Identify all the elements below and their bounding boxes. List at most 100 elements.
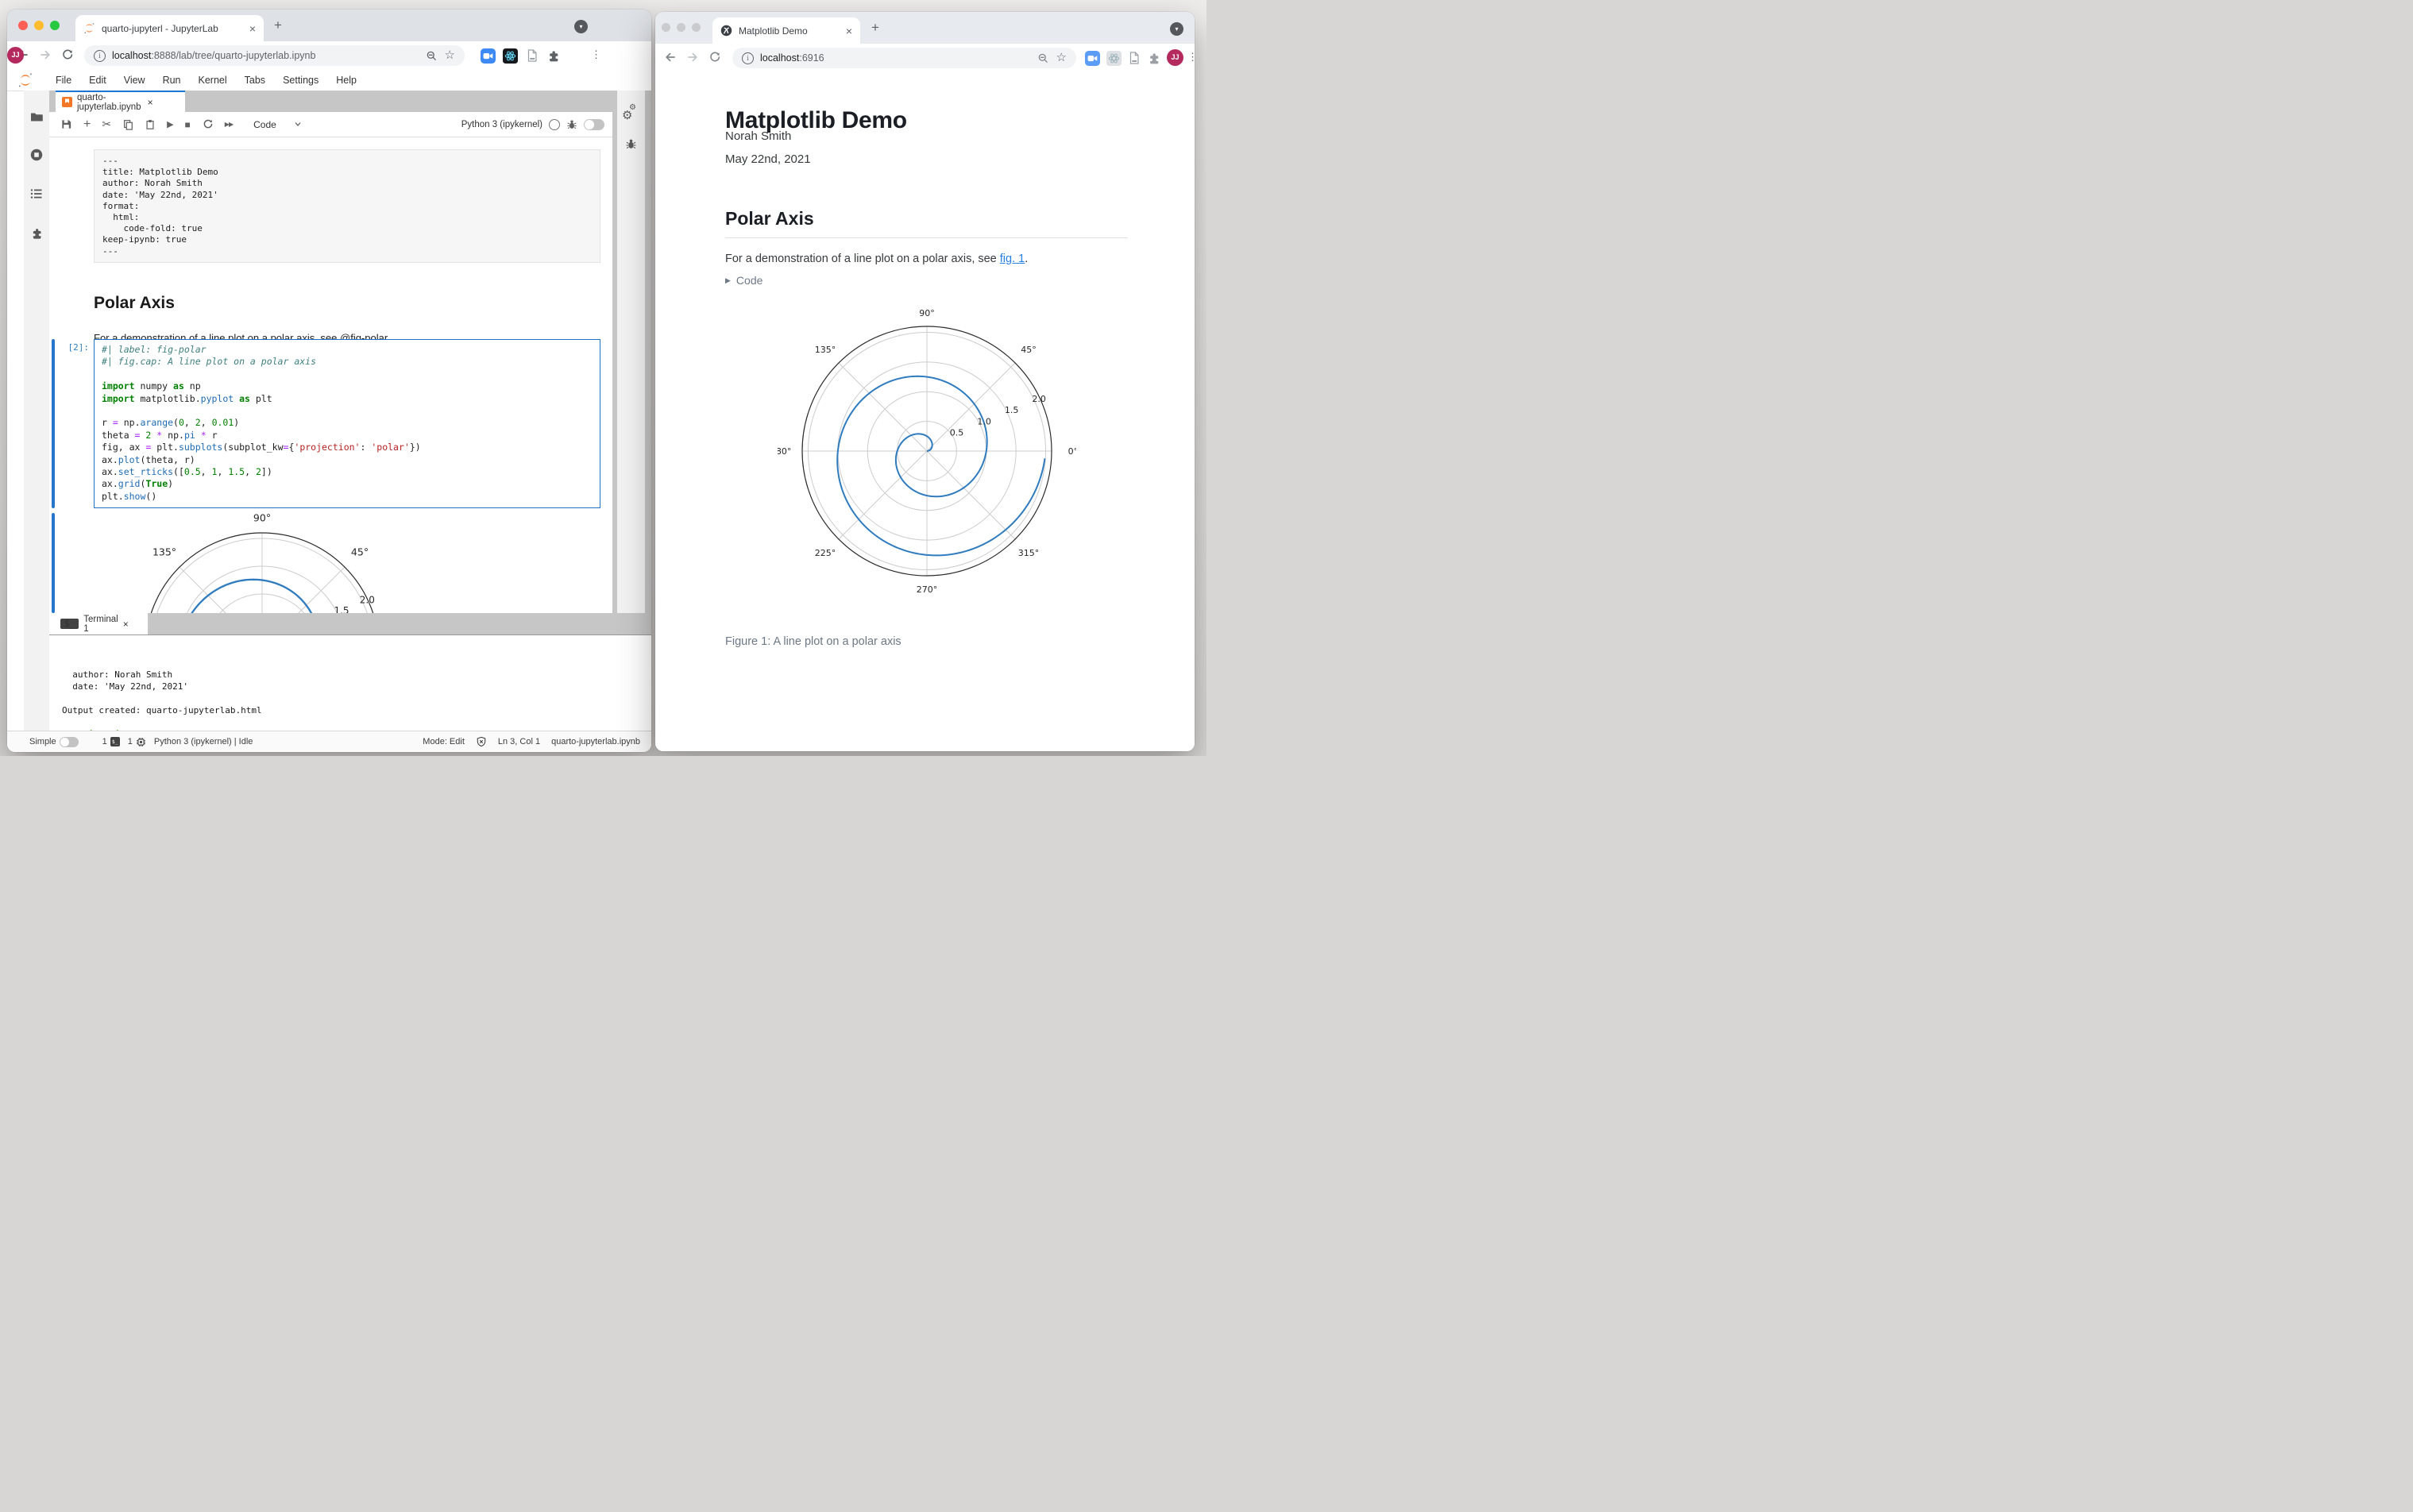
minimize-window-button[interactable]: [34, 21, 44, 30]
url-host: localhost: [760, 52, 800, 64]
close-tab-icon[interactable]: ×: [249, 22, 256, 35]
table-of-contents-icon[interactable]: [29, 187, 44, 201]
close-notebook-icon[interactable]: ×: [148, 97, 179, 108]
zoom-window-button[interactable]: [692, 23, 701, 32]
tab-search-button[interactable]: ▾: [574, 20, 588, 33]
kernel-count[interactable]: 1: [128, 737, 133, 746]
debugger-sidebar-bug-icon[interactable]: [625, 138, 637, 150]
menu-item[interactable]: Settings: [274, 75, 327, 86]
profile-avatar[interactable]: JJ: [1167, 49, 1183, 66]
menu-item[interactable]: Tabs: [236, 75, 274, 86]
cell-type-dropdown[interactable]: Code: [253, 119, 302, 130]
file-browser-icon[interactable]: [29, 110, 44, 124]
zoom-out-page-icon[interactable]: [426, 50, 438, 62]
minimize-window-button[interactable]: [677, 23, 685, 32]
menu-item[interactable]: Kernel: [190, 75, 236, 86]
forward-icon[interactable]: [686, 51, 699, 64]
menu-item[interactable]: Run: [154, 75, 190, 86]
notebook-tab-title: quarto-jupyterlab.ipynb: [77, 92, 141, 112]
zoom-extension-icon[interactable]: [481, 48, 496, 64]
activity-bar: [24, 91, 49, 731]
react-devtools-extension-icon[interactable]: [1106, 51, 1122, 66]
save-icon[interactable]: [60, 118, 72, 130]
menu-item[interactable]: Edit: [80, 75, 115, 86]
kernel-state[interactable]: Python 3 (ipykernel) | Idle: [154, 737, 253, 746]
terminal-count[interactable]: 1: [102, 737, 107, 746]
site-info-icon[interactable]: i: [742, 52, 754, 64]
close-window-button[interactable]: [662, 23, 670, 32]
extensions-puzzle-icon[interactable]: [546, 48, 561, 64]
bookmark-star-icon[interactable]: ☆: [1056, 52, 1067, 64]
new-tab-button[interactable]: +: [871, 21, 879, 34]
kernel-chip-icon: [136, 737, 145, 746]
kernel-name[interactable]: Python 3 (ipykernel): [461, 120, 542, 129]
menu-item[interactable]: File: [47, 75, 80, 86]
reload-icon[interactable]: [61, 48, 74, 61]
yaml-raw-cell[interactable]: --- title: Matplotlib Demo author: Norah S…: [94, 149, 600, 263]
browser-tab[interactable]: Matplotlib Demo ×: [712, 17, 860, 44]
extension-manager-icon[interactable]: [29, 226, 44, 241]
url-field[interactable]: i localhost:6916 ☆: [732, 48, 1076, 68]
svg-text:0°: 0°: [1068, 446, 1076, 457]
bookmark-star-icon[interactable]: ☆: [445, 49, 455, 61]
page-date: May 22nd, 2021: [725, 152, 811, 166]
notebook-scroll-area[interactable]: --- title: Matplotlib Demo author: Norah S…: [49, 137, 612, 613]
terminal-output[interactable]: author: Norah Smith date: 'May 22nd, 202…: [49, 634, 651, 752]
svg-text:1.0: 1.0: [977, 416, 991, 426]
debugger-toggle[interactable]: [584, 118, 604, 130]
notebook-tab[interactable]: quarto-jupyterlab.ipynb ×: [56, 91, 185, 112]
reload-icon[interactable]: [708, 51, 721, 64]
run-cell-icon[interactable]: ▶: [167, 119, 173, 129]
section-heading: Polar Axis: [725, 208, 1128, 239]
new-tab-button[interactable]: +: [274, 18, 282, 32]
menu-item[interactable]: Help: [327, 75, 365, 86]
output-collapser[interactable]: [52, 513, 55, 613]
cut-cells-icon[interactable]: ✂: [102, 118, 111, 131]
code-cell-editor[interactable]: #| label: fig-polar #| fig.cap: A line pl…: [94, 339, 600, 508]
tab-search-button[interactable]: ▾: [1170, 22, 1183, 36]
zoom-extension-icon[interactable]: [1085, 51, 1100, 66]
figure-link[interactable]: fig. 1: [1000, 253, 1025, 265]
kernel-status-icon[interactable]: [549, 118, 560, 130]
zoom-out-page-icon[interactable]: [1037, 52, 1049, 64]
document-extension-icon[interactable]: [1127, 51, 1141, 65]
document-extension-icon[interactable]: [525, 48, 539, 63]
site-info-icon[interactable]: i: [94, 49, 106, 62]
cell-output-area: 0°45°90°135°180°225°270°315°0.51.01.52.0: [94, 513, 600, 613]
copy-cells-icon[interactable]: [122, 118, 133, 130]
restart-run-all-icon[interactable]: ▶▶: [225, 121, 234, 128]
browser-tab[interactable]: quarto-jupyterl - JupyterLab ×: [75, 15, 264, 41]
notebook-mode[interactable]: Mode: Edit: [423, 737, 465, 746]
stop-kernel-icon[interactable]: ■: [185, 119, 191, 130]
svg-text:270°: 270°: [917, 584, 938, 595]
close-terminal-icon[interactable]: ×: [123, 619, 141, 630]
cell-collapser[interactable]: [52, 339, 55, 508]
simple-mode-toggle[interactable]: [59, 736, 79, 747]
add-cell-icon[interactable]: +: [83, 118, 91, 130]
right-sidebar: ⚙ ⚙: [617, 91, 645, 613]
close-tab-icon[interactable]: ×: [846, 25, 852, 37]
running-kernels-icon[interactable]: [29, 148, 44, 162]
browser-menu-icon[interactable]: ⋮: [1187, 51, 1195, 64]
browser-menu-icon[interactable]: ⋮: [591, 48, 601, 61]
cursor-position[interactable]: Ln 3, Col 1: [498, 737, 540, 746]
svg-text:90°: 90°: [919, 308, 935, 318]
property-inspector-gears-icon[interactable]: ⚙ ⚙: [622, 103, 636, 122]
document-tabbar: quarto-jupyterlab.ipynb ×: [49, 91, 651, 112]
debugger-bug-icon[interactable]: [566, 119, 577, 130]
forward-icon[interactable]: [39, 48, 52, 61]
close-window-button[interactable]: [18, 21, 28, 30]
zoom-window-button[interactable]: [50, 21, 60, 30]
trust-shield-icon[interactable]: [476, 736, 487, 747]
back-icon[interactable]: [664, 51, 677, 64]
url-field[interactable]: i localhost:8888/lab/tree/quarto-jupyter…: [84, 45, 465, 66]
profile-avatar[interactable]: JJ: [7, 47, 24, 64]
react-devtools-extension-icon[interactable]: [503, 48, 518, 64]
menu-item[interactable]: View: [115, 75, 154, 86]
code-fold-summary[interactable]: ▶ Code: [725, 274, 763, 287]
page-favicon: [720, 25, 732, 37]
terminal-tab[interactable]: $_ Terminal 1 ×: [49, 613, 148, 634]
restart-kernel-icon[interactable]: [202, 118, 214, 130]
paste-cells-icon[interactable]: [145, 118, 156, 130]
extensions-puzzle-icon[interactable]: [1146, 51, 1161, 66]
